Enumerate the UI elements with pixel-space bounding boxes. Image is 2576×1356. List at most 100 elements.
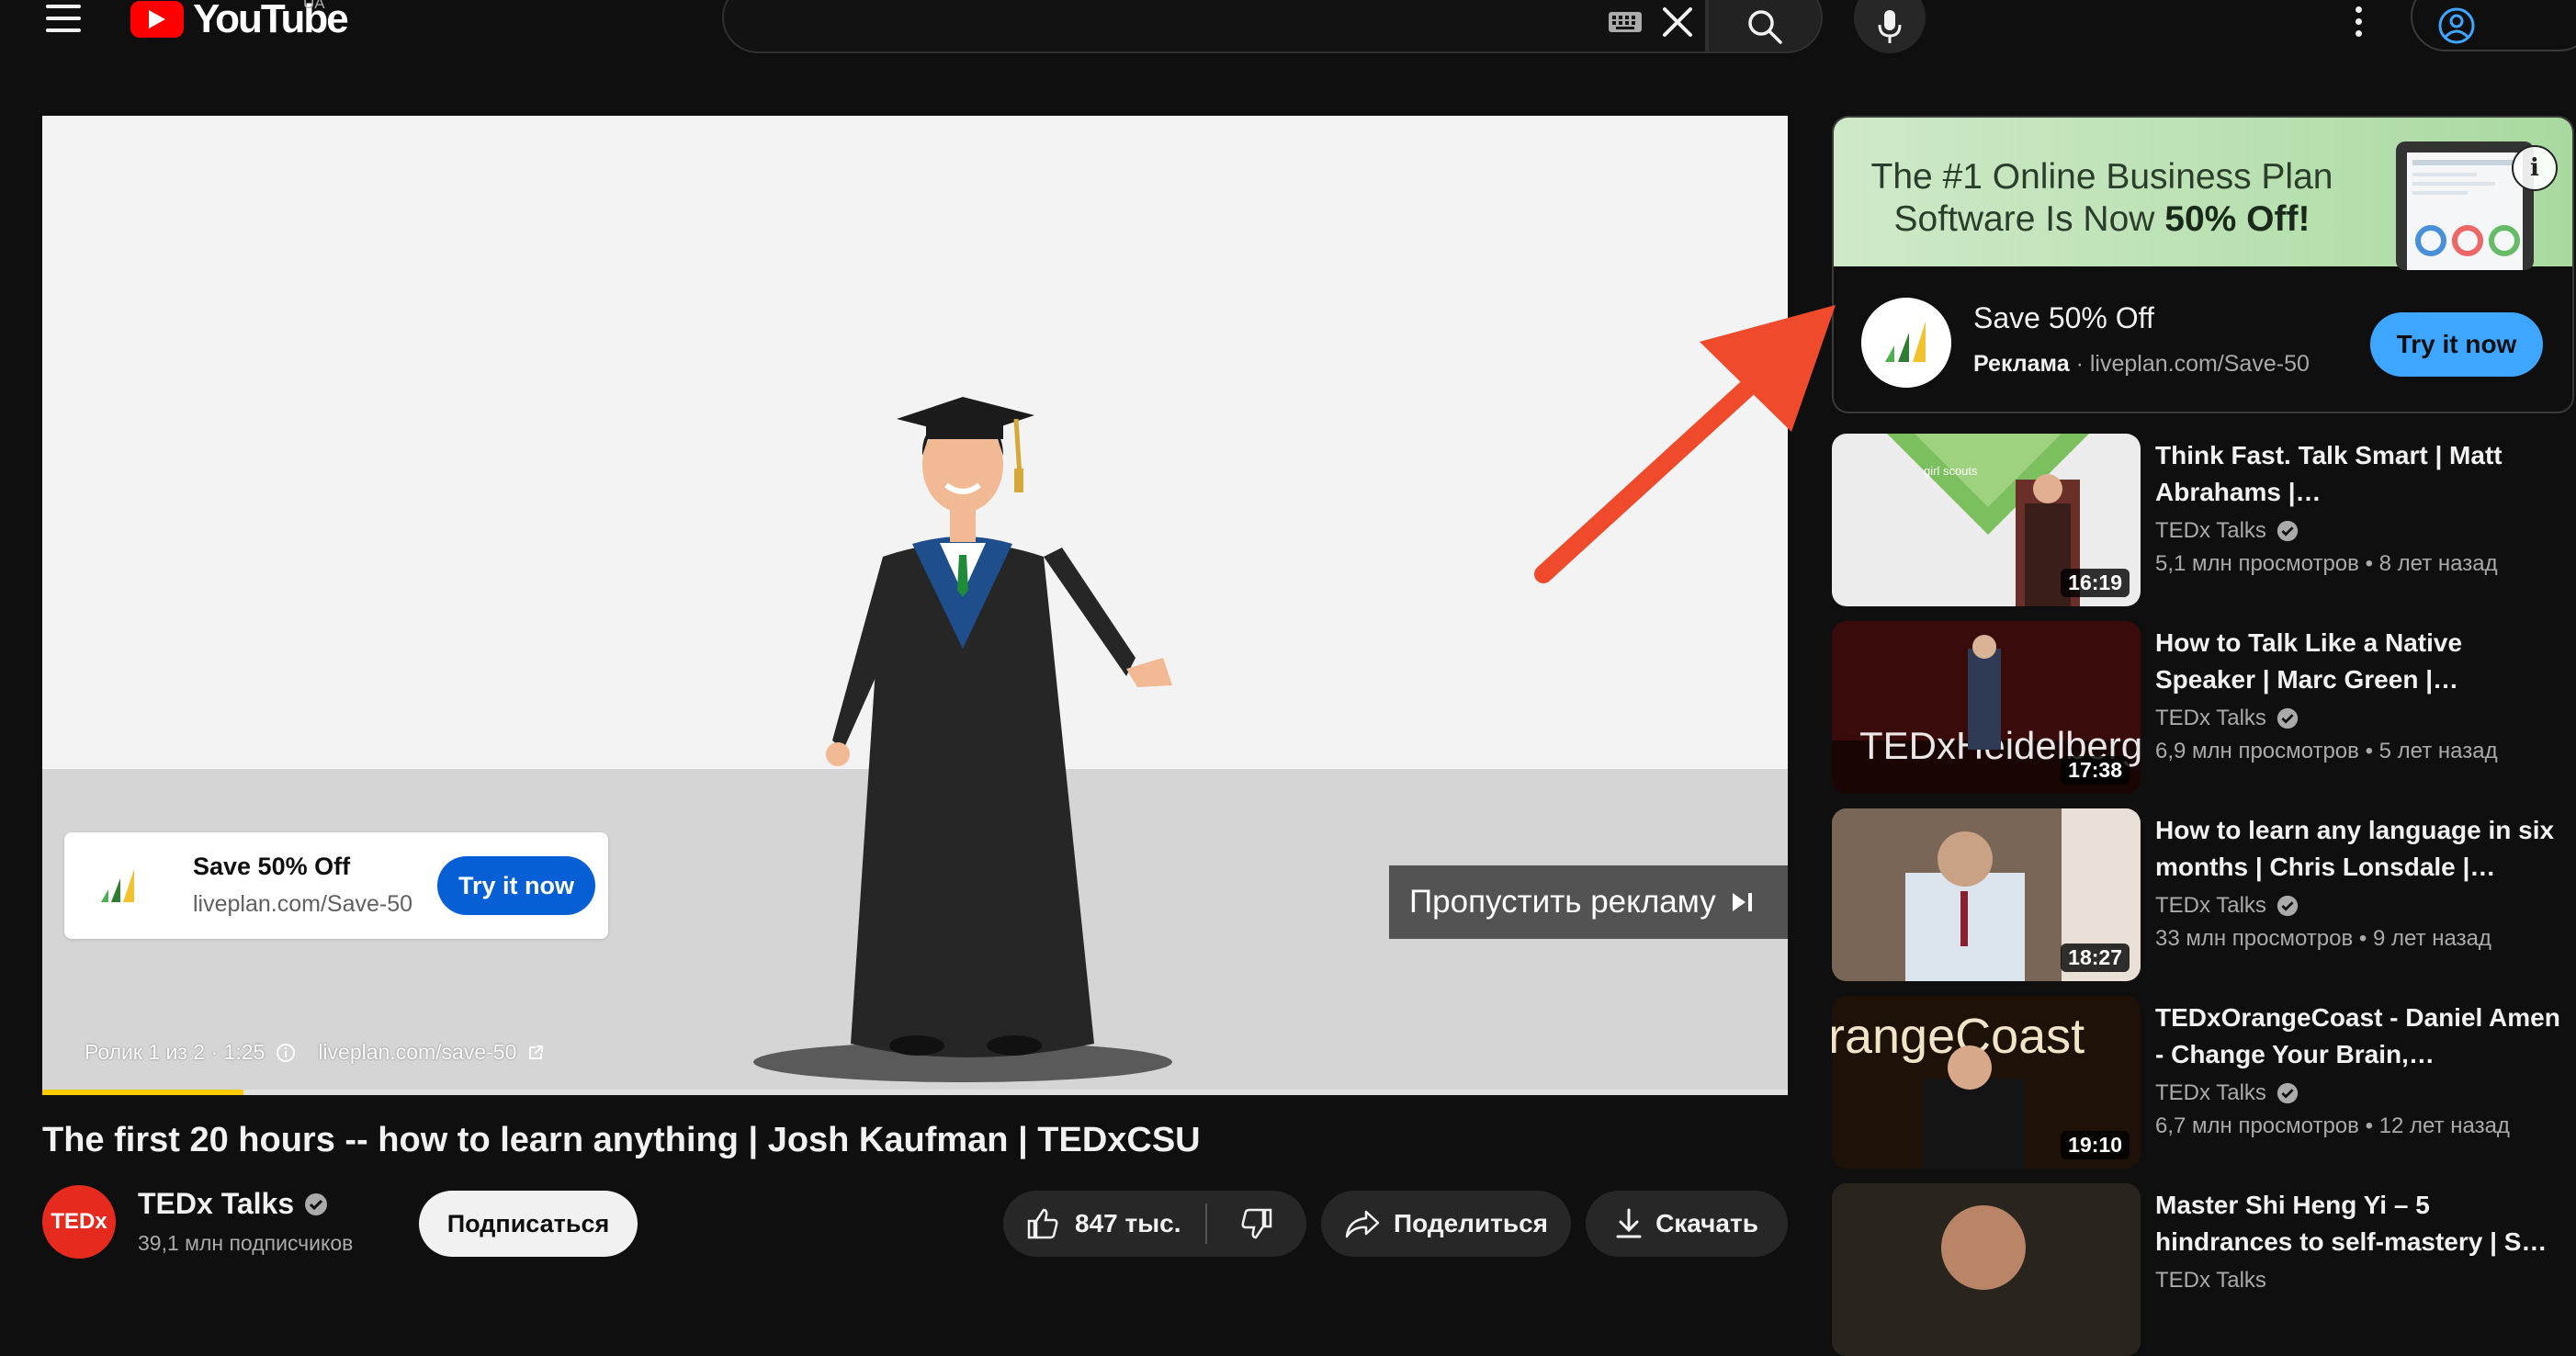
related-channel-row[interactable]: TEDx Talks <box>2155 706 2299 731</box>
related-channel[interactable]: TEDx Talks <box>2155 1080 2266 1106</box>
sidebar-ad-cta-button[interactable]: Try it now <box>2370 312 2543 377</box>
sponsored-label: Реклама <box>1973 351 2070 377</box>
headline-line-2-bold: 50% Off! <box>2164 199 2310 239</box>
verified-icon <box>2277 707 2299 729</box>
sidebar-ad-url: liveplan.com/Save-50 <box>2089 351 2310 377</box>
related-channel[interactable]: TEDx Talks <box>2155 706 2266 731</box>
video-thumbnail[interactable]: rangeCoast 19:10 <box>1832 996 2141 1169</box>
clear-search-icon[interactable] <box>1659 4 1696 40</box>
external-link-icon[interactable] <box>527 1045 544 1061</box>
search-icon <box>1748 10 1782 44</box>
verified-icon <box>2277 1082 2299 1104</box>
sidebar-ad[interactable]: The #1 Online Business Plan Software Is … <box>1832 116 2574 413</box>
ad-progress-fill <box>42 1090 243 1095</box>
video-thumbnail[interactable]: girl scouts 16:19 <box>1832 434 2141 606</box>
related-video-title[interactable]: Think Fast. Talk Smart | Matt Abrahams |… <box>2155 437 2569 511</box>
related-age: 9 лет назад <box>2373 926 2491 951</box>
channel-avatar[interactable]: TEDx <box>42 1185 116 1259</box>
channel-name[interactable]: TEDx Talks <box>138 1187 294 1221</box>
liveplan-logo-icon <box>84 852 153 921</box>
related-video-item[interactable]: 18:27 How to learn any language in six m… <box>1832 808 2574 981</box>
download-icon <box>1616 1208 1642 1238</box>
video-thumbnail[interactable]: TEDxHeidelberg 17:38 <box>1832 621 2141 794</box>
share-icon <box>1345 1210 1380 1238</box>
share-label: Поделиться <box>1393 1209 1549 1237</box>
graduate-illustration <box>753 397 1172 1082</box>
channel-name-row[interactable]: TEDx Talks <box>138 1187 329 1221</box>
sidebar-ad-meta: Реклама · liveplan.com/Save-50 <box>1973 351 2310 377</box>
voice-search-button[interactable] <box>1854 0 1926 53</box>
video-duration: 19:10 <box>2061 1131 2130 1159</box>
related-channel-row[interactable]: TEDx Talks <box>2155 893 2299 919</box>
subscribe-button[interactable]: Подписаться <box>419 1191 638 1257</box>
headline-line-2: Software Is Now 50% Off! <box>1845 198 2359 241</box>
thumbnail-text: girl scouts <box>1924 464 1978 478</box>
ad-card-cta-button[interactable]: Try it now <box>437 856 595 915</box>
ad-card-url: liveplan.com/Save-50 <box>193 891 413 917</box>
sidebar-ad-banner[interactable]: The #1 Online Business Plan Software Is … <box>1834 118 2572 270</box>
related-views: 33 млн просмотров <box>2155 926 2354 951</box>
related-video-title[interactable]: How to Talk Like a Native Speaker | Marc… <box>2155 625 2569 698</box>
skip-next-icon <box>1732 893 1752 911</box>
video-player[interactable]: Save 50% Off liveplan.com/Save-50 Try it… <box>42 116 1788 1095</box>
related-video-item[interactable]: girl scouts 16:19 Think Fast. Talk Smart… <box>1832 434 2574 606</box>
related-channel[interactable]: TEDx Talks <box>2155 893 2266 919</box>
download-label: Скачать <box>1655 1209 1758 1237</box>
country-code: UA <box>303 0 325 12</box>
related-views: 5,1 млн просмотров <box>2155 551 2359 576</box>
verified-icon <box>2277 895 2299 917</box>
ad-card-title: Save 50% Off <box>193 853 351 880</box>
like-button[interactable]: 847 тыс. <box>1003 1191 1205 1257</box>
related-channel[interactable]: TEDx Talks <box>2155 1268 2266 1294</box>
video-thumbnail[interactable]: 18:27 <box>1832 808 2141 981</box>
related-video-item[interactable]: Master Shi Heng Yi – 5 hindrances to sel… <box>1832 1183 2574 1356</box>
share-button[interactable]: Поделиться <box>1321 1191 1571 1257</box>
play-logo-icon <box>130 1 184 38</box>
ad-progress-track[interactable] <box>42 1090 1788 1095</box>
menu-icon[interactable] <box>46 0 83 37</box>
ad-link[interactable]: liveplan.com/save-50 <box>318 1040 516 1065</box>
liveplan-logo-icon <box>1861 298 1951 388</box>
like-dislike-group: 847 тыс. <box>1003 1191 1306 1257</box>
ad-counter: Ролик 1 из 2 · 1:25 <box>85 1040 266 1064</box>
related-video-item[interactable]: TEDxHeidelberg 17:38 How to Talk Like a … <box>1832 621 2574 794</box>
sidebar-ad-title: Save 50% Off <box>1973 301 2154 334</box>
related-video-title[interactable]: How to learn any language in six months … <box>2155 812 2569 886</box>
video-thumbnail[interactable] <box>1832 1183 2141 1356</box>
related-video-item[interactable]: rangeCoast 19:10 TEDxOrangeCoast - Danie… <box>1832 996 2574 1169</box>
related-age: 12 лет назад <box>2378 1113 2510 1138</box>
subscriber-count: 39,1 млн подписчиков <box>138 1231 354 1255</box>
ad-info-icon[interactable] <box>276 1043 296 1063</box>
related-age: 5 лет назад <box>2378 739 2498 763</box>
avatar-text: TEDx <box>51 1209 107 1234</box>
related-channel-row[interactable]: TEDx Talks <box>2155 1268 2266 1294</box>
related-channel[interactable]: TEDx Talks <box>2155 518 2266 544</box>
search-button[interactable] <box>1707 0 1823 53</box>
video-title: The first 20 hours -- how to learn anyth… <box>42 1121 1201 1159</box>
thumbs-up-icon <box>1027 1208 1058 1239</box>
related-video-title[interactable]: TEDxOrangeCoast - Daniel Amen - Change Y… <box>2155 1000 2569 1073</box>
related-meta: 6,9 млн просмотров • 5 лет назад <box>2155 739 2498 763</box>
sidebar-ad-headline: The #1 Online Business Plan Software Is … <box>1845 156 2359 241</box>
overlay-ad-card[interactable]: Save 50% Off liveplan.com/Save-50 Try it… <box>64 832 608 939</box>
dislike-button[interactable] <box>1207 1191 1306 1257</box>
more-options-icon[interactable] <box>2344 2 2372 40</box>
verified-icon <box>2277 520 2299 542</box>
thumbs-down-icon <box>1241 1208 1272 1239</box>
account-icon <box>2438 7 2475 44</box>
related-channel-row[interactable]: TEDx Talks <box>2155 518 2299 544</box>
related-video-title[interactable]: Master Shi Heng Yi – 5 hindrances to sel… <box>2155 1187 2569 1260</box>
video-duration: 18:27 <box>2061 944 2130 972</box>
microphone-icon <box>1878 10 1902 43</box>
like-count: 847 тыс. <box>1075 1209 1181 1237</box>
skip-ad-button[interactable]: Пропустить рекламу <box>1389 865 1788 939</box>
keyboard-icon[interactable] <box>1608 11 1643 33</box>
related-channel-row[interactable]: TEDx Talks <box>2155 1080 2299 1106</box>
related-meta: 33 млн просмотров • 9 лет назад <box>2155 926 2491 951</box>
account-button[interactable] <box>2411 0 2576 51</box>
search-input[interactable] <box>722 0 1707 53</box>
tablet-screen <box>2407 153 2523 270</box>
download-button[interactable]: Скачать <box>1586 1191 1788 1257</box>
ad-info-icon[interactable]: i <box>2512 145 2558 191</box>
headline-line-2-prefix: Software Is Now <box>1893 199 2165 239</box>
